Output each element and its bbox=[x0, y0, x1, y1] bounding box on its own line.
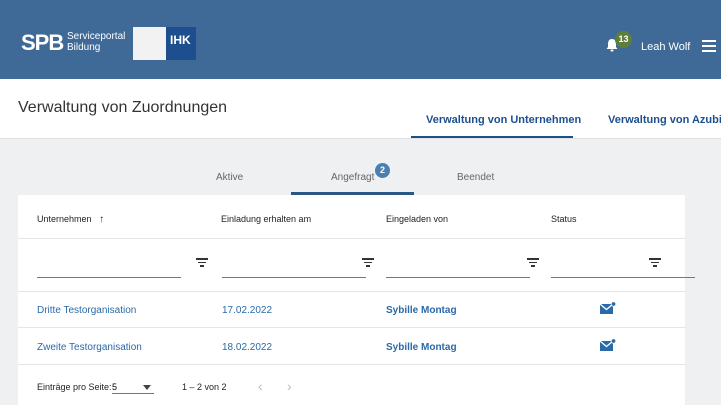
top-bar: SPB Serviceportal Bildung IHK 13 Leah Wo… bbox=[0, 0, 721, 79]
filter-status-input[interactable] bbox=[551, 260, 695, 278]
user-name[interactable]: Leah Wolf bbox=[641, 41, 690, 53]
column-header-einladung[interactable]: Einladung erhalten am bbox=[221, 214, 311, 224]
logo-subtitle-line1: Serviceportal bbox=[67, 31, 126, 42]
subtab-badge: 2 bbox=[375, 163, 390, 178]
column-header-eingeladen[interactable]: Eingeladen von bbox=[386, 214, 448, 224]
row-divider-line bbox=[18, 364, 685, 365]
page-size-label: Einträge pro Seite: bbox=[37, 382, 112, 392]
row-company-link[interactable]: Dritte Testorganisation bbox=[37, 305, 136, 316]
row-date: 17.02.2022 bbox=[222, 305, 273, 316]
next-page-button[interactable]: › bbox=[287, 378, 292, 394]
column-header-label: Unternehmen bbox=[37, 214, 92, 224]
assignment-table bbox=[18, 195, 685, 405]
subtab-angefragt[interactable]: Angefragt bbox=[331, 172, 374, 183]
dropdown-icon[interactable] bbox=[143, 385, 151, 390]
ihk-logo-left bbox=[133, 27, 166, 60]
row-invited-by-link[interactable]: Sybille Montag bbox=[386, 342, 457, 353]
page-range: 1 – 2 von 2 bbox=[182, 382, 227, 392]
column-header-status[interactable]: Status bbox=[551, 214, 577, 224]
filter-icon[interactable] bbox=[649, 258, 661, 268]
filter-unternehmen-input[interactable] bbox=[37, 260, 181, 278]
header-divider-line bbox=[18, 238, 685, 239]
logo-subtitle-line2: Bildung bbox=[67, 42, 101, 53]
filter-eingeladen-input[interactable] bbox=[386, 260, 530, 278]
logo-subtitle: Serviceportal Bildung bbox=[67, 31, 125, 53]
row-date: 18.02.2022 bbox=[222, 342, 273, 353]
page-size-value: 5 bbox=[112, 382, 118, 392]
menu-icon[interactable] bbox=[702, 40, 716, 52]
tab-unternehmen[interactable]: Verwaltung von Unternehmen bbox=[426, 114, 581, 126]
notification-badge: 13 bbox=[615, 31, 632, 48]
prev-page-button[interactable]: ‹ bbox=[258, 378, 263, 394]
filter-icon[interactable] bbox=[527, 258, 539, 268]
filter-einladung-input[interactable] bbox=[222, 260, 366, 278]
tab-azubis[interactable]: Verwaltung von Azubis bbox=[608, 114, 721, 126]
page-size-select[interactable]: 5 bbox=[112, 379, 154, 394]
column-header-unternehmen[interactable]: Unternehmen ↑ bbox=[37, 214, 104, 225]
row-divider-line bbox=[18, 327, 685, 328]
filter-icon[interactable] bbox=[196, 258, 208, 268]
mail-icon[interactable] bbox=[600, 339, 616, 351]
ihk-logo: IHK bbox=[166, 27, 196, 60]
mail-icon[interactable] bbox=[600, 302, 616, 314]
row-invited-by-link[interactable]: Sybille Montag bbox=[386, 305, 457, 316]
subtab-beendet[interactable]: Beendet bbox=[457, 172, 494, 183]
filter-icon[interactable] bbox=[362, 258, 374, 268]
sort-up-icon[interactable]: ↑ bbox=[99, 214, 104, 225]
page-title: Verwaltung von Zuordnungen bbox=[18, 99, 228, 116]
spb-logo[interactable]: SPB bbox=[21, 30, 64, 56]
subtab-aktive[interactable]: Aktive bbox=[216, 172, 243, 183]
row-company-link[interactable]: Zweite Testorganisation bbox=[37, 342, 142, 353]
filter-divider-line bbox=[18, 291, 685, 292]
